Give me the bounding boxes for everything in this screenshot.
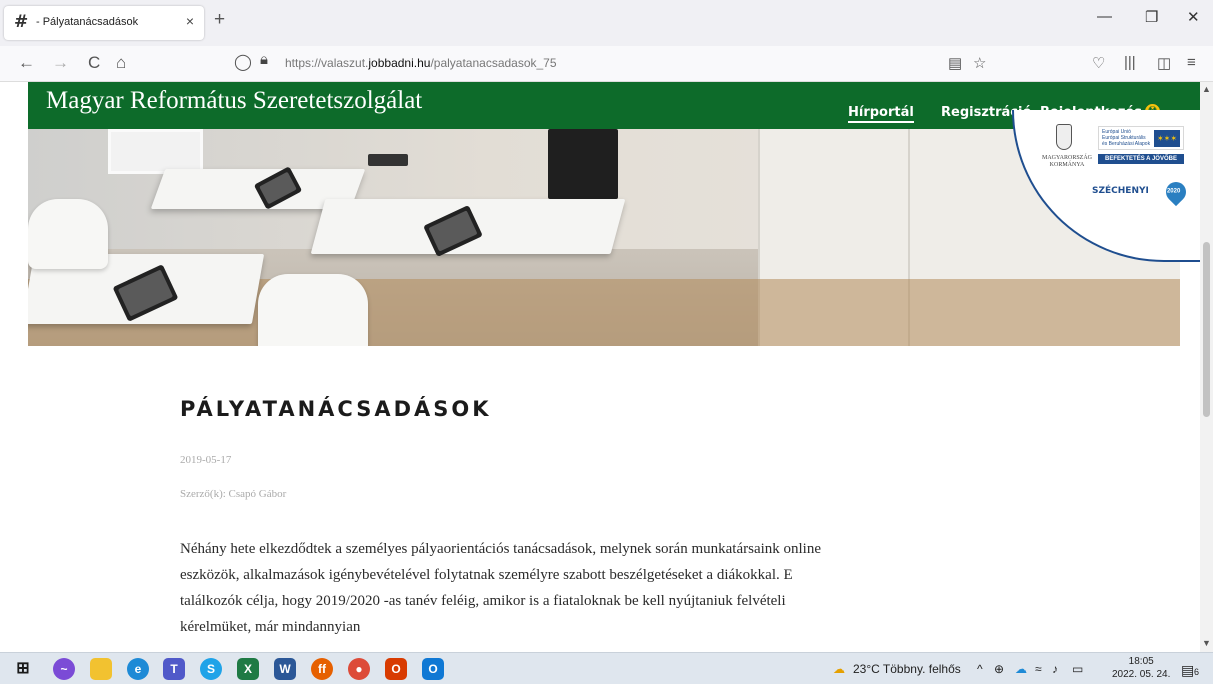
file-explorer-icon[interactable] <box>90 658 112 680</box>
article-body: Néhány hete elkezdődtek a személyes pály… <box>180 541 822 635</box>
restore-icon[interactable]: ❐ <box>1145 8 1158 26</box>
forward-icon[interactable]: → <box>52 53 69 73</box>
url-text[interactable]: https://valaszut.jobbadni.hu/palyatanacs… <box>285 56 557 70</box>
notification-icon[interactable]: ▤ <box>1181 662 1194 679</box>
szechenyi-label: SZÉCHENYI <box>1092 186 1149 196</box>
hero-image <box>28 129 1180 346</box>
chrome-icon[interactable]: ● <box>348 658 370 680</box>
tab-title: - Pályatanácsadások <box>36 16 139 28</box>
weather-text[interactable]: 23°C Többny. felhős <box>853 662 961 676</box>
navigation-toolbar: ← → C ⌂ ◯ 🔒︎ https://valaszut.jobbadni.h… <box>0 46 1213 82</box>
meet-icon[interactable]: ⊕ <box>994 662 1004 676</box>
outlook-icon[interactable]: O <box>422 658 444 680</box>
clock[interactable]: 18:05 2022. 05. 24. <box>1112 655 1170 681</box>
minimize-icon[interactable]: — <box>1097 8 1112 25</box>
wifi-icon[interactable]: ≈ <box>1035 662 1042 676</box>
url-path: /palyatanacsadasok_75 <box>430 56 557 70</box>
new-tab-icon[interactable]: + <box>214 10 225 30</box>
skype-icon[interactable]: S <box>200 658 222 680</box>
nav-hirportal[interactable]: Hírportál <box>848 105 914 123</box>
home-icon[interactable]: ⌂ <box>116 53 126 73</box>
scroll-up-icon[interactable]: ▲ <box>1202 84 1211 94</box>
url-bar[interactable]: ◯ 🔒︎ https://valaszut.jobbadni.hu/palyat… <box>230 50 990 78</box>
edge-icon[interactable]: e <box>127 658 149 680</box>
tab-strip: # - Pályatanácsadások × + — ❐ ✕ <box>0 0 1213 46</box>
hungary-crest-icon <box>1056 124 1072 150</box>
clock-date: 2022. 05. 24. <box>1112 669 1171 680</box>
word-icon[interactable]: W <box>274 658 296 680</box>
reload-icon[interactable]: C <box>88 53 100 73</box>
notification-count: 6 <box>1194 667 1200 677</box>
pocket-icon[interactable]: ♡ <box>1092 54 1105 72</box>
taskbar: ⊞ ~ e T S X W ff ● O O ☁ 23°C Többny. fe… <box>0 652 1213 684</box>
gov-label: MAGYARORSZÁG KORMÁNYA <box>1042 155 1093 168</box>
excel-icon[interactable]: X <box>237 658 259 680</box>
clock-time: 18:05 <box>1128 656 1154 667</box>
browser-tab[interactable]: # - Pályatanácsadások × <box>4 6 204 40</box>
scroll-thumb[interactable] <box>1203 242 1210 417</box>
reader-view-icon[interactable]: ▤ <box>948 54 962 72</box>
url-domain: jobbadni.hu <box>368 56 431 70</box>
chair <box>258 274 368 346</box>
office-icon[interactable]: O <box>385 658 407 680</box>
library-icon[interactable]: ||| <box>1124 54 1136 71</box>
windows-start-icon[interactable]: ⊞ <box>12 658 34 680</box>
tracking-shield-icon[interactable]: ◯ <box>234 52 252 72</box>
web-page: Magyar Református Szeretetszolgálat Hírp… <box>0 82 1200 652</box>
firefox-icon[interactable]: ff <box>311 658 333 680</box>
tray-chevron-icon[interactable]: ^ <box>977 662 983 676</box>
messenger-icon[interactable]: ~ <box>53 658 75 680</box>
sidebar-icon[interactable]: ◫ <box>1157 54 1171 72</box>
eu-box: Európai Unió Európai Strukturális és Ber… <box>1098 126 1184 150</box>
szechenyi-year: 2020 <box>1166 188 1181 195</box>
eu-label: Európai Unió Európai Strukturális és Ber… <box>1102 129 1151 147</box>
chair <box>28 199 108 269</box>
close-window-icon[interactable]: ✕ <box>1187 8 1200 26</box>
invest-label: BEFEKTETÉS A JÖVŐBE <box>1098 154 1184 164</box>
menu-icon[interactable]: ≡ <box>1187 54 1196 71</box>
hash-favicon-icon: # <box>14 12 29 32</box>
weather-icon[interactable]: ☁ <box>833 662 845 676</box>
article-date: 2019-05-17 <box>180 454 232 466</box>
teams-icon[interactable]: T <box>163 658 185 680</box>
site-title[interactable]: Magyar Református Szeretetszolgálat <box>46 87 422 115</box>
classroom-window <box>108 129 203 174</box>
szechenyi-pin-icon: 2020 <box>1161 177 1191 207</box>
bookmark-star-icon[interactable]: ☆ <box>973 54 986 72</box>
back-icon[interactable]: ← <box>18 53 35 73</box>
battery-icon[interactable]: ▭ <box>1072 662 1083 676</box>
lock-icon[interactable]: 🔒︎ <box>260 51 268 68</box>
article-author: Szerző(k): Csapó Gábor <box>180 488 287 500</box>
eu-flag-icon: ✶✶✶ <box>1154 130 1180 147</box>
monitor <box>548 129 618 199</box>
volume-icon[interactable]: ♪ <box>1052 662 1058 676</box>
article-title: PÁLYATANÁCSADÁSOK <box>180 397 492 421</box>
tab-close-icon[interactable]: × <box>186 13 194 29</box>
url-prefix: https://valaszut. <box>285 56 369 70</box>
onedrive-icon[interactable]: ☁ <box>1015 662 1027 676</box>
page-scrollbar[interactable]: ▲ ▼ <box>1200 82 1213 652</box>
scroll-down-icon[interactable]: ▼ <box>1202 638 1211 648</box>
device <box>368 154 408 166</box>
